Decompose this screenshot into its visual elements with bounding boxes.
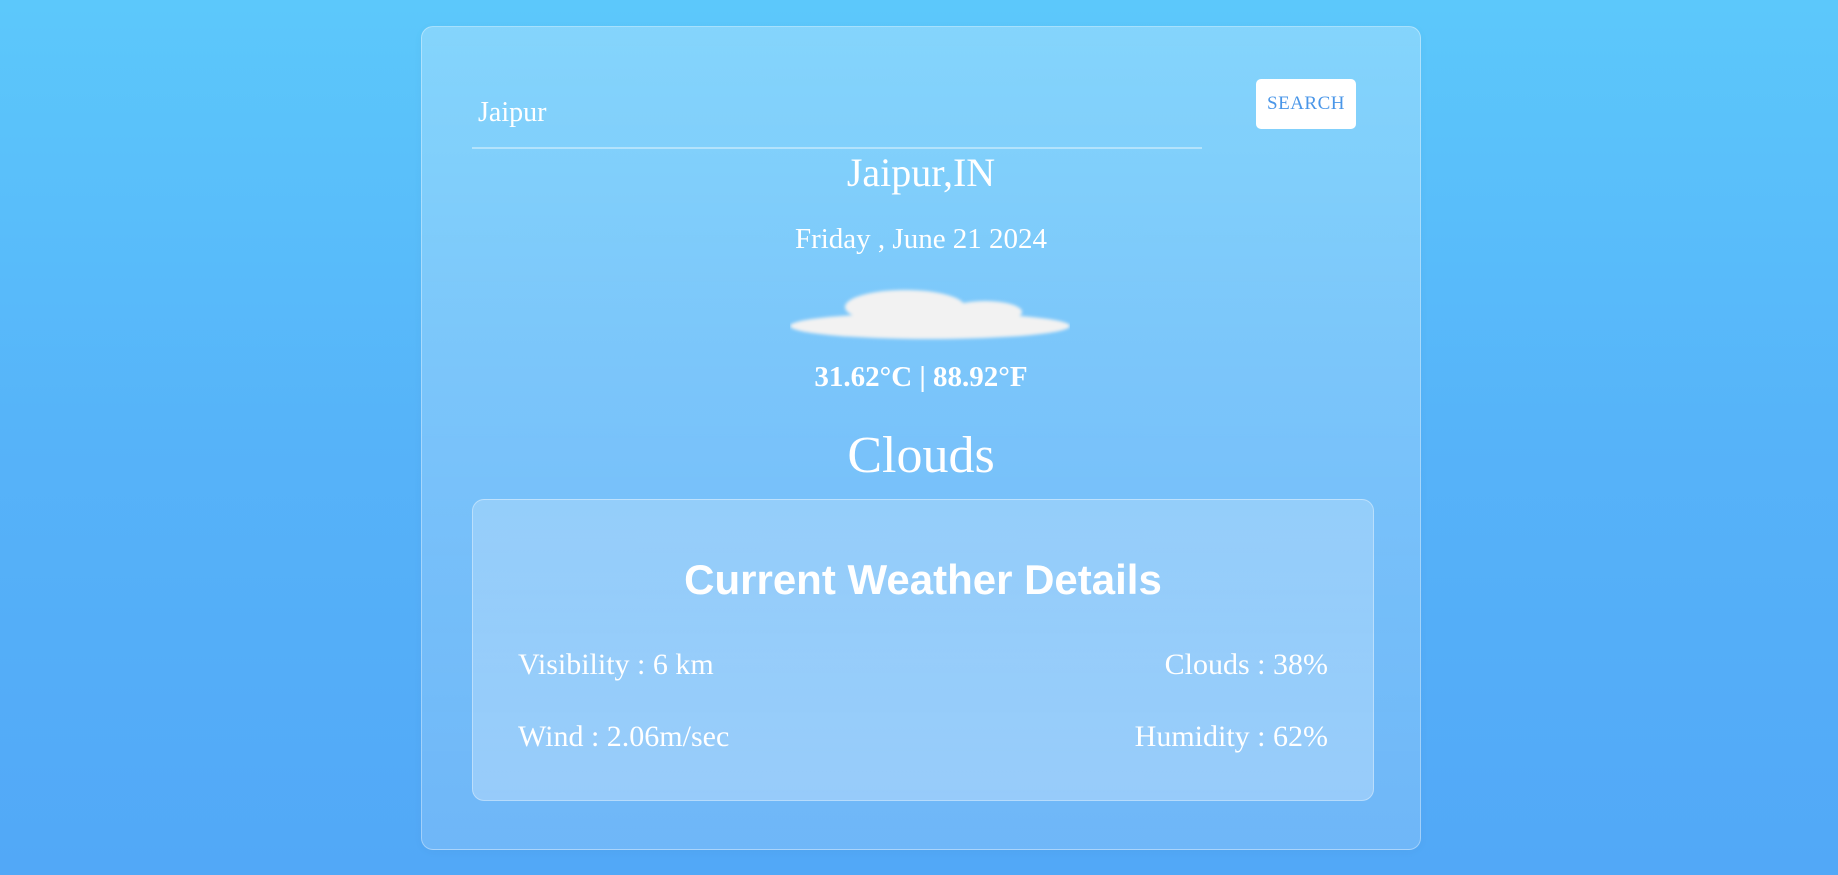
visibility-text: Visibility : 6 km [518, 648, 714, 681]
wind-text: Wind : 2.06m/sec [518, 720, 730, 753]
cloud-icon [790, 290, 1070, 339]
condition-text: Clouds [847, 427, 995, 484]
search-button[interactable]: SEARCH [1256, 79, 1356, 129]
location-title: Jaipur,IN [846, 150, 996, 195]
temperature-text: 31.62°C | 88.92°F [814, 361, 1028, 393]
weather-card: SEARCH Jaipur,IN Friday , June 21 2024 3… [421, 26, 1421, 850]
humidity-text: Humidity : 62% [1134, 720, 1328, 753]
clouds-text: Clouds : 38% [1164, 648, 1328, 681]
details-title: Current Weather Details [684, 556, 1162, 603]
current-weather-details-panel: Current Weather Details Visibility : 6 k… [472, 499, 1374, 801]
search-input[interactable] [472, 79, 1202, 149]
date-text: Friday , June 21 2024 [794, 223, 1048, 255]
